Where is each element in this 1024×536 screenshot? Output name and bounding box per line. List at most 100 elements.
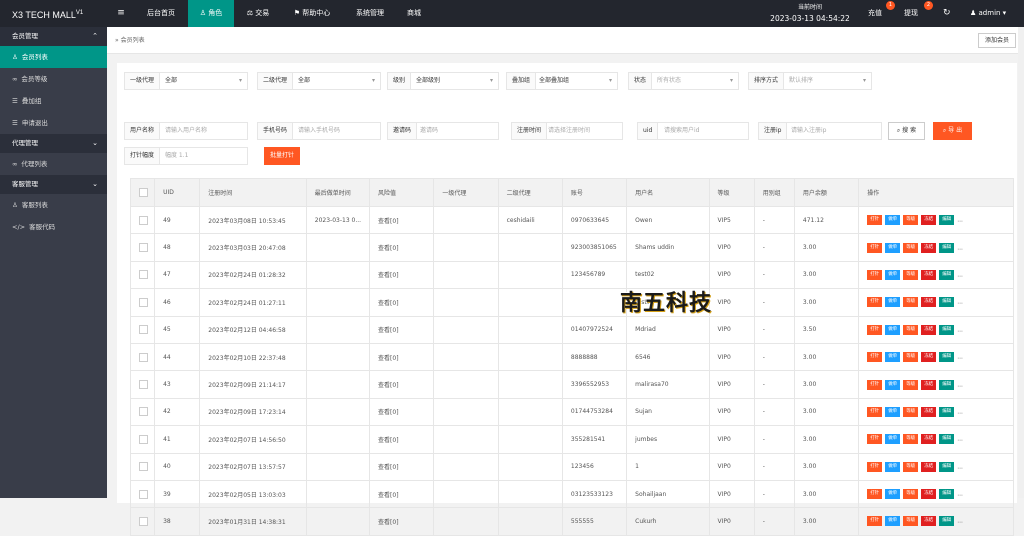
level-select[interactable]: 级别 全部级别 ▾ [387,72,499,90]
sidebar-item-service-code[interactable]: </> 客服代码 [0,216,107,238]
row-action-button[interactable]: 等级 [903,379,919,390]
stack-select[interactable]: 叠加组 全部叠加组 ▾ [506,72,618,90]
checkbox[interactable] [139,297,148,307]
sidebar-item-exit-request[interactable]: ☰ 申请退出 [0,112,107,134]
row-action-button[interactable]: 等级 [903,516,919,527]
row-action-button[interactable]: 打针 [867,406,883,417]
nav-shop[interactable]: 商城 [398,0,430,27]
checkbox[interactable] [139,325,148,335]
checkbox[interactable] [139,516,148,526]
row-action-button[interactable]: 编辑 [939,434,955,445]
row-checkbox-cell[interactable] [129,342,156,372]
recharge-button[interactable]: 充值 [868,0,882,27]
row-checkbox-cell[interactable] [129,205,156,235]
row-action-button[interactable]: 等级 [903,406,919,417]
nav-home[interactable]: 后台首页 [136,0,186,27]
nav-help[interactable]: ⚑ 帮助中心 [282,0,342,27]
row-action-button[interactable]: 做单 [885,242,901,253]
checkbox[interactable] [139,188,148,197]
row-action-button[interactable]: 打针 [867,352,883,363]
checkbox[interactable] [139,462,148,472]
row-checkbox-cell[interactable] [129,288,156,317]
row-action-button[interactable]: 做单 [885,406,901,417]
row-checkbox-cell[interactable] [129,507,156,536]
row-action-button[interactable]: 做单 [885,352,901,363]
risk-view-link[interactable]: 查看[0] [369,315,435,344]
row-action-button[interactable]: 冻结 [921,215,937,226]
row-action-button[interactable]: 冻结 [921,406,937,417]
menu-toggle-icon[interactable]: ≡ [114,0,128,27]
row-action-button[interactable]: 打针 [867,297,883,308]
row-action-button[interactable]: 冻结 [921,297,937,308]
more-icon[interactable]: ... [957,354,963,361]
more-icon[interactable]: ... [957,271,963,278]
row-checkbox-cell[interactable] [129,452,156,481]
row-action-button[interactable]: 做单 [885,516,901,527]
row-action-button[interactable]: 冻结 [921,242,937,253]
checkbox[interactable] [139,434,148,444]
row-action-button[interactable]: 编辑 [939,406,955,417]
row-action-button[interactable]: 编辑 [939,352,955,363]
row-action-button[interactable]: 冻结 [921,324,937,335]
row-checkbox-cell[interactable] [129,425,156,454]
row-action-button[interactable]: 编辑 [939,242,955,253]
row-action-button[interactable]: 做单 [885,379,901,390]
risk-view-link[interactable]: 查看[0] [369,205,435,235]
nav-trade[interactable]: ⚖ 交易 [236,0,280,27]
status-select[interactable]: 状态 所有状态 ▾ [628,72,739,90]
more-icon[interactable]: ... [957,463,963,470]
row-action-button[interactable]: 等级 [903,215,919,226]
row-action-button[interactable]: 做单 [885,269,901,280]
row-action-button[interactable]: 打针 [867,461,883,472]
add-member-button[interactable]: 添加会员 [978,33,1016,48]
row-action-button[interactable]: 打针 [867,269,883,280]
row-action-button[interactable]: 编辑 [939,324,955,335]
row-action-button[interactable]: 冻结 [921,352,937,363]
row-action-button[interactable]: 冻结 [921,434,937,445]
username-input[interactable]: 用户名称 请输入用户名称 [124,122,248,140]
select-all-checkbox[interactable] [129,178,156,207]
row-checkbox-cell[interactable] [129,370,156,399]
more-icon[interactable]: ... [957,217,963,224]
row-action-button[interactable]: 做单 [885,324,901,335]
risk-view-link[interactable]: 查看[0] [369,397,435,427]
row-action-button[interactable]: 等级 [903,324,919,335]
sidebar-item-member-level[interactable]: ∞ 会员等级 [0,68,107,90]
row-action-button[interactable]: 打针 [867,324,883,335]
more-icon[interactable]: ... [957,244,963,251]
more-icon[interactable]: ... [957,408,963,415]
more-icon[interactable]: ... [957,381,963,388]
invite-input[interactable]: 邀请码 邀请码 [387,122,499,140]
risk-view-link[interactable]: 查看[0] [369,425,435,454]
row-action-button[interactable]: 等级 [903,269,919,280]
row-action-button[interactable]: 做单 [885,434,901,445]
risk-view-link[interactable]: 查看[0] [369,479,435,509]
row-action-button[interactable]: 打针 [867,434,883,445]
row-action-button[interactable]: 编辑 [939,379,955,390]
more-icon[interactable]: ... [957,436,963,443]
phone-input[interactable]: 手机号码 请输入手机号码 [257,122,381,140]
row-action-button[interactable]: 做单 [885,461,901,472]
sidebar-group-member[interactable]: 会员管理 ⌃ [0,27,107,46]
checkbox[interactable] [139,380,148,390]
scrollbar[interactable] [1018,27,1024,498]
checkbox[interactable] [139,407,148,417]
risk-view-link[interactable]: 查看[0] [369,452,435,481]
agent2-select[interactable]: 二级代理 全部 ▾ [257,72,381,90]
app-logo[interactable]: X3 TECH MALLV1 [0,0,107,27]
row-action-button[interactable]: 打针 [867,379,883,390]
row-action-button[interactable]: 等级 [903,242,919,253]
row-action-button[interactable]: 冻结 [921,461,937,472]
risk-view-link[interactable]: 查看[0] [369,342,435,372]
checkbox[interactable] [139,489,148,499]
more-icon[interactable]: ... [957,491,963,498]
row-action-button[interactable]: 等级 [903,352,919,363]
row-action-button[interactable]: 编辑 [939,269,955,280]
export-button[interactable]: ⌕ 导 出 [933,122,972,140]
checkbox[interactable] [139,352,148,362]
sidebar-item-service-list[interactable]: ♙ 客服列表 [0,194,107,216]
row-action-button[interactable]: 打针 [867,242,883,253]
row-action-button[interactable]: 编辑 [939,215,955,226]
sort-select[interactable]: 排序方式 默认排序 ▾ [748,72,872,90]
search-button[interactable]: ⌕ 搜 索 [888,122,925,140]
